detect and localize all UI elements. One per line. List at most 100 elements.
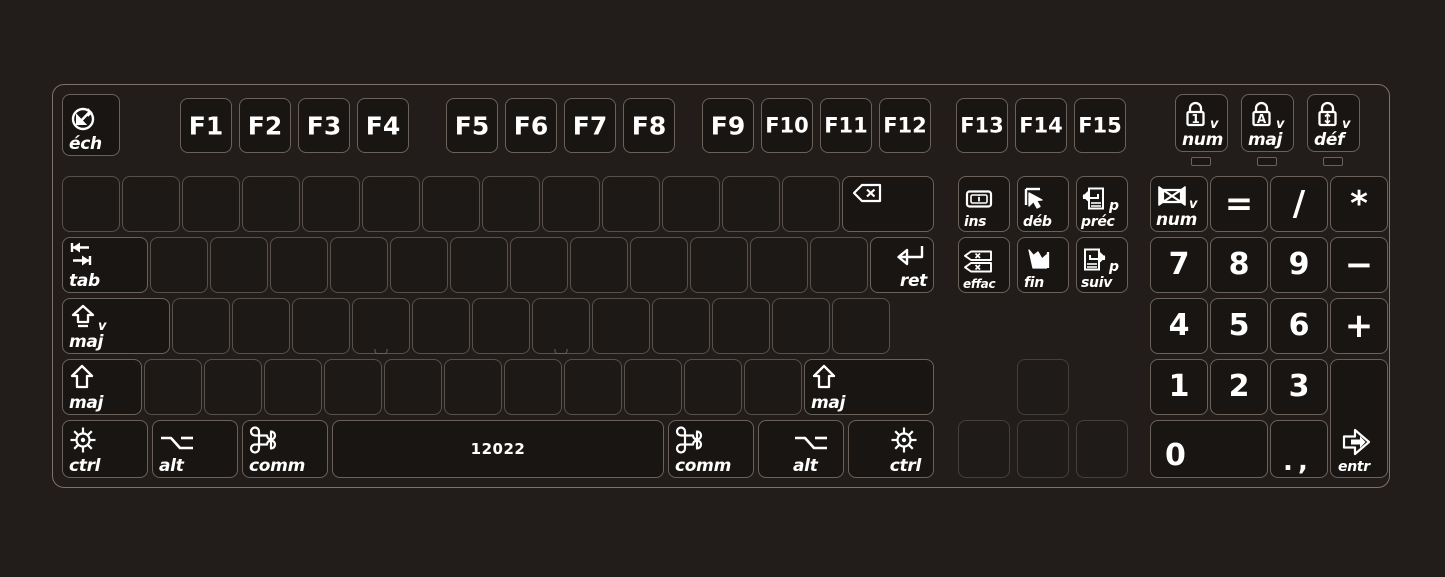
key-option-left[interactable]: alt xyxy=(152,420,238,478)
key-number-row-7[interactable] xyxy=(422,176,480,232)
key-number-row-2[interactable] xyxy=(122,176,180,232)
key-num-lock[interactable]: 1 v num xyxy=(1175,94,1228,152)
key-tab-row-4[interactable] xyxy=(330,237,388,293)
key-f6[interactable]: F6 xyxy=(505,98,557,153)
key-home-row-4[interactable] xyxy=(352,298,410,354)
key-f3[interactable]: F3 xyxy=(298,98,350,153)
key-caps-lock-indicator[interactable]: A v maj xyxy=(1241,94,1294,152)
key-f9[interactable]: F9 xyxy=(702,98,754,153)
key-arrow-up[interactable] xyxy=(1017,359,1069,415)
key-numpad-5[interactable]: 5 xyxy=(1210,298,1268,354)
key-option-right[interactable]: alt xyxy=(758,420,844,478)
key-backspace[interactable] xyxy=(842,176,934,232)
key-home-row-1[interactable] xyxy=(172,298,230,354)
key-insert[interactable]: ins xyxy=(958,176,1010,232)
key-numpad-2[interactable]: 2 xyxy=(1210,359,1268,415)
key-tab-row-11[interactable] xyxy=(750,237,808,293)
key-spacebar[interactable]: 12022 xyxy=(332,420,664,478)
key-number-row-6[interactable] xyxy=(362,176,420,232)
key-command-left[interactable]: comm xyxy=(242,420,328,478)
key-home-row-8[interactable] xyxy=(592,298,650,354)
key-f14[interactable]: F14 xyxy=(1015,98,1067,153)
key-number-row-8[interactable] xyxy=(482,176,540,232)
key-numpad-4[interactable]: 4 xyxy=(1150,298,1208,354)
key-home[interactable]: déb xyxy=(1017,176,1069,232)
key-shift-row-3[interactable] xyxy=(264,359,322,415)
key-number-row-11[interactable] xyxy=(662,176,720,232)
key-number-row-13[interactable] xyxy=(782,176,840,232)
key-numpad-1[interactable]: 1 xyxy=(1150,359,1208,415)
key-numpad-9[interactable]: 9 xyxy=(1270,237,1328,293)
key-home-row-2[interactable] xyxy=(232,298,290,354)
key-number-row-4[interactable] xyxy=(242,176,300,232)
key-f8[interactable]: F8 xyxy=(623,98,675,153)
key-numpad-minus[interactable]: − xyxy=(1330,237,1388,293)
key-tab-row-2[interactable] xyxy=(210,237,268,293)
key-tab-row-6[interactable] xyxy=(450,237,508,293)
key-tab[interactable]: tab xyxy=(62,237,148,293)
key-f13[interactable]: F13 xyxy=(956,98,1008,153)
key-f5[interactable]: F5 xyxy=(446,98,498,153)
key-number-row-3[interactable] xyxy=(182,176,240,232)
key-shift-row-11[interactable] xyxy=(744,359,802,415)
key-arrow-down[interactable] xyxy=(1017,420,1069,478)
key-caps-lock[interactable]: v maj xyxy=(62,298,170,354)
key-number-row-12[interactable] xyxy=(722,176,780,232)
key-return[interactable]: ret xyxy=(870,237,934,293)
key-shift-row-8[interactable] xyxy=(564,359,622,415)
key-f2[interactable]: F2 xyxy=(239,98,291,153)
key-forward-delete[interactable]: effac xyxy=(958,237,1010,293)
key-home-row-5[interactable] xyxy=(412,298,470,354)
key-f15[interactable]: F15 xyxy=(1074,98,1126,153)
key-numpad-multiply[interactable]: * xyxy=(1330,176,1388,232)
key-shift-row-4[interactable] xyxy=(324,359,382,415)
key-numpad-8[interactable]: 8 xyxy=(1210,237,1268,293)
key-shift-right[interactable]: maj xyxy=(804,359,934,415)
key-f12[interactable]: F12 xyxy=(879,98,931,153)
key-arrow-left[interactable] xyxy=(958,420,1010,478)
key-shift-row-10[interactable] xyxy=(684,359,742,415)
key-f11[interactable]: F11 xyxy=(820,98,872,153)
key-tab-row-8[interactable] xyxy=(570,237,628,293)
key-arrow-right[interactable] xyxy=(1076,420,1128,478)
key-command-right[interactable]: comm xyxy=(668,420,754,478)
key-escape[interactable]: éch xyxy=(62,94,120,156)
key-number-row-9[interactable] xyxy=(542,176,600,232)
key-home-row-6[interactable] xyxy=(472,298,530,354)
key-shift-row-5[interactable] xyxy=(384,359,442,415)
key-shift-left[interactable]: maj xyxy=(62,359,142,415)
key-home-row-10[interactable] xyxy=(712,298,770,354)
key-tab-row-9[interactable] xyxy=(630,237,688,293)
key-home-row-9[interactable] xyxy=(652,298,710,354)
key-number-row-10[interactable] xyxy=(602,176,660,232)
key-shift-row-6[interactable] xyxy=(444,359,502,415)
key-end[interactable]: fin xyxy=(1017,237,1069,293)
key-numpad-3[interactable]: 3 xyxy=(1270,359,1328,415)
key-home-row-12[interactable] xyxy=(832,298,890,354)
key-f10[interactable]: F10 xyxy=(761,98,813,153)
key-tab-row-7[interactable] xyxy=(510,237,568,293)
key-f4[interactable]: F4 xyxy=(357,98,409,153)
key-f7[interactable]: F7 xyxy=(564,98,616,153)
key-f1[interactable]: F1 xyxy=(180,98,232,153)
key-number-row-1[interactable] xyxy=(62,176,120,232)
key-numpad-6[interactable]: 6 xyxy=(1270,298,1328,354)
key-numpad-decimal[interactable]: . , xyxy=(1270,420,1328,478)
key-numpad-plus[interactable]: + xyxy=(1330,298,1388,354)
key-home-row-3[interactable] xyxy=(292,298,350,354)
key-tab-row-10[interactable] xyxy=(690,237,748,293)
key-home-row-7[interactable] xyxy=(532,298,590,354)
key-numpad-0[interactable]: 0 xyxy=(1150,420,1268,478)
key-numpad-clear[interactable]: v num xyxy=(1150,176,1208,232)
key-shift-row-9[interactable] xyxy=(624,359,682,415)
key-control-right[interactable]: ctrl xyxy=(848,420,934,478)
key-numpad-7[interactable]: 7 xyxy=(1150,237,1208,293)
key-control-left[interactable]: ctrl xyxy=(62,420,148,478)
key-tab-row-5[interactable] xyxy=(390,237,448,293)
key-home-row-11[interactable] xyxy=(772,298,830,354)
key-scroll-lock[interactable]: v déf xyxy=(1307,94,1360,152)
key-tab-row-3[interactable] xyxy=(270,237,328,293)
key-numpad-divide[interactable]: / xyxy=(1270,176,1328,232)
key-numpad-enter[interactable]: entr xyxy=(1330,359,1388,478)
key-tab-row-12[interactable] xyxy=(810,237,868,293)
